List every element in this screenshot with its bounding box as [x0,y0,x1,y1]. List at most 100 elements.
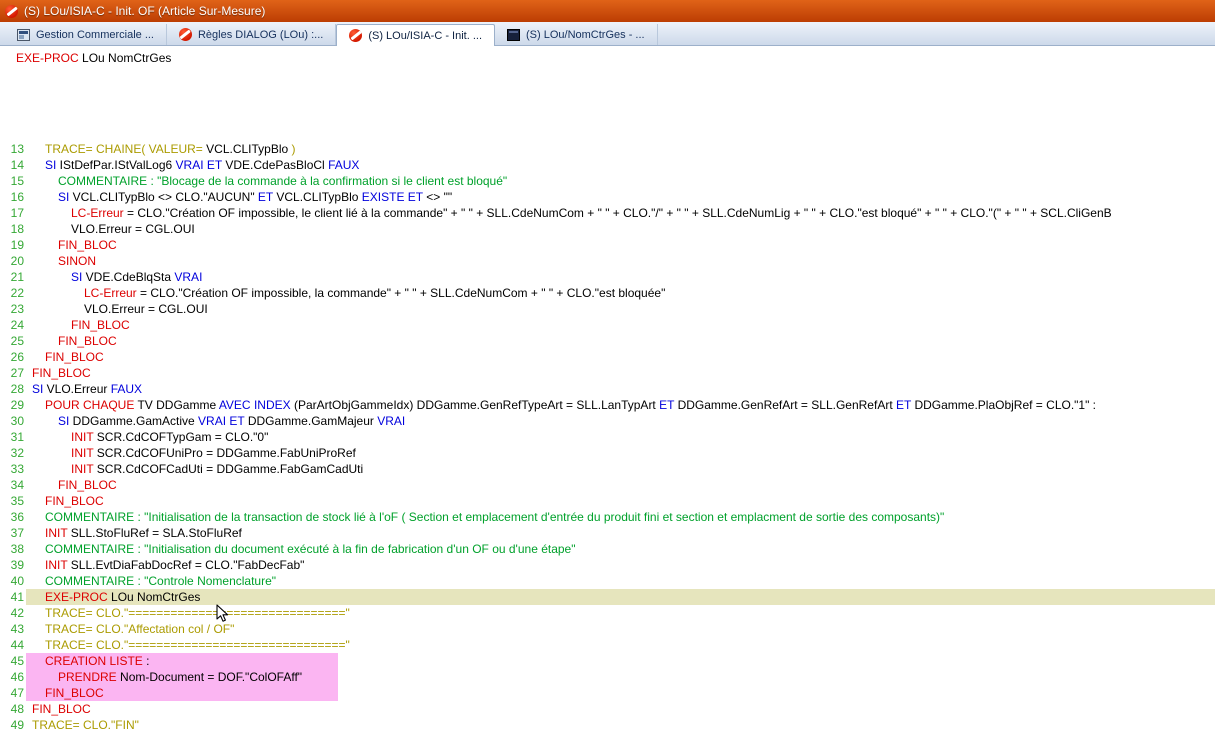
line-number[interactable]: 40 [0,573,26,589]
line-number[interactable]: 38 [0,541,26,557]
code-line[interactable]: 43TRACE= CLO."Affectation col / OF" [0,621,1215,637]
line-number[interactable]: 17 [0,205,26,221]
line-number[interactable]: 27 [0,365,26,381]
line-number[interactable]: 26 [0,349,26,365]
code-token: DDGamme.GamActive [73,414,198,428]
code-line[interactable]: 14SI IStDefPar.IStValLog6 VRAI ET VDE.Cd… [0,157,1215,173]
code-line[interactable]: 31INIT SCR.CdCOFTypGam = CLO."0" [0,429,1215,445]
code-line[interactable]: 40COMMENTAIRE : "Controle Nomenclature" [0,573,1215,589]
code-line[interactable]: 26 FIN_BLOC [0,349,1215,365]
line-number[interactable]: 30 [0,413,26,429]
line-number[interactable]: 31 [0,429,26,445]
line-number[interactable]: 23 [0,301,26,317]
line-number[interactable]: 18 [0,221,26,237]
code-line[interactable]: 16SI VCL.CLITypBlo <> CLO."AUCUN" ET VCL… [0,189,1215,205]
code-line[interactable]: 39INIT SLL.EvtDiaFabDocRef = CLO."FabDec… [0,557,1215,573]
line-number[interactable]: 24 [0,317,26,333]
line-number[interactable]: 20 [0,253,26,269]
window-title-bar[interactable]: (S) LOu/ISIA-C - Init. OF (Article Sur-M… [0,0,1215,22]
code-line[interactable]: 19FIN_BLOC [0,237,1215,253]
code-line[interactable]: 48FIN_BLOC [0,701,1215,717]
line-number[interactable]: 16 [0,189,26,205]
line-number[interactable]: 42 [0,605,26,621]
code-line[interactable]: 17LC-Erreur = CLO."Création OF impossibl… [0,205,1215,221]
code-line[interactable]: 38 COMMENTAIRE : "Initialisation du docum… [0,541,1215,557]
code-token: TRACE= CLO."============================… [45,606,350,620]
code-line[interactable]: 21SI VDE.CdeBlqSta VRAI [0,269,1215,285]
code-token: COMMENTAIRE : "Initialisation du documen… [45,542,576,556]
code-line[interactable]: 42 TRACE= CLO."==========================… [0,605,1215,621]
code-token: FIN_BLOC [45,350,104,364]
line-number[interactable]: 43 [0,621,26,637]
line-number[interactable]: 32 [0,445,26,461]
code-token: IStDefPar.IStValLog6 [60,158,176,172]
code-token: EXISTE [362,190,405,204]
code-line[interactable]: 33INIT SCR.CdCOFCadUti = DDGamme.FabGamC… [0,461,1215,477]
line-number[interactable]: 13 [0,141,26,157]
code-line[interactable]: 35FIN_BLOC [0,493,1215,509]
tab-gestion-commerciale[interactable]: Gestion Commerciale ... [5,24,167,45]
code-line[interactable]: 20SINON [0,253,1215,269]
code-token: TRACE= CHAINE( VALEUR= [45,142,206,156]
code-line[interactable]: 25FIN_BLOC [0,333,1215,349]
line-number[interactable]: 28 [0,381,26,397]
code-line[interactable]: 30SI DDGamme.GamActive VRAI ET DDGamme.G… [0,413,1215,429]
code-line[interactable]: 45 CREATION LISTE : [0,653,1215,669]
code-line[interactable]: 13TRACE= CHAINE( VALEUR= VCL.CLITypBlo ) [0,141,1215,157]
code-token: CREATION LISTE [45,654,143,668]
line-number[interactable]: 37 [0,525,26,541]
line-number[interactable]: 22 [0,285,26,301]
code-line[interactable]: 37INIT SLL.StoFluRef = SLA.StoFluRef [0,525,1215,541]
code-line[interactable]: 46PRENDRE Nom-Document = DOF."ColOFAff" [0,669,1215,685]
code-line[interactable]: 49TRACE= CLO."FIN" [0,717,1215,732]
code-token: INDEX [254,398,291,412]
line-number[interactable]: 48 [0,701,26,717]
line-number[interactable]: 21 [0,269,26,285]
code-line[interactable]: 34FIN_BLOC [0,477,1215,493]
tab-regles-dialog[interactable]: Règles DIALOG (LOu) :... [167,24,336,45]
line-number[interactable]: 39 [0,557,26,573]
code-line[interactable]: 18VLO.Erreur = CGL.OUI [0,221,1215,237]
procedure-keyword: EXE-PROC [16,51,79,65]
code-token: VLO.Erreur [47,382,111,396]
code-line[interactable]: 28SI VLO.Erreur FAUX [0,381,1215,397]
line-number[interactable]: 33 [0,461,26,477]
code-line[interactable]: 15COMMENTAIRE : "Blocage de la commande … [0,173,1215,189]
code-line[interactable]: 24FIN_BLOC [0,317,1215,333]
line-number[interactable]: 25 [0,333,26,349]
code-line[interactable]: 23VLO.Erreur = CGL.OUI [0,301,1215,317]
code-line[interactable]: 47FIN_BLOC [0,685,1215,701]
line-number[interactable]: 36 [0,509,26,525]
dialog-red-icon [349,29,362,42]
code-token: <> "" [423,190,452,204]
tab-lou-isia-c-active[interactable]: (S) LOu/ISIA-C - Init. ... [336,24,495,46]
line-number[interactable]: 44 [0,637,26,653]
code-token: INIT [45,526,67,540]
code-token: VCL.CLITypBlo <> CLO."AUCUN" [73,190,258,204]
code-token: FAUX [111,382,142,396]
tab-lou-nomctrges[interactable]: (S) LOu/NomCtrGes - ... [495,24,658,45]
code-token: FAUX [328,158,359,172]
code-token: SCR.CdCOFUniPro = DDGamme.FabUniProRef [93,446,355,460]
line-number[interactable]: 29 [0,397,26,413]
code-token: VCL.CLITypBlo [273,190,362,204]
line-number[interactable]: 41 [0,589,26,605]
line-number[interactable]: 49 [0,717,26,732]
code-line[interactable]: 29POUR CHAQUE TV DDGamme AVEC INDEX (Par… [0,397,1215,413]
line-number[interactable]: 19 [0,237,26,253]
line-number[interactable]: 15 [0,173,26,189]
line-number[interactable]: 45 [0,653,26,669]
line-number[interactable]: 35 [0,493,26,509]
line-number[interactable]: 14 [0,157,26,173]
code-line[interactable]: 32INIT SCR.CdCOFUniPro = DDGamme.FabUniP… [0,445,1215,461]
line-number[interactable]: 46 [0,669,26,685]
code-line[interactable]: 27FIN_BLOC [0,365,1215,381]
code-line[interactable]: 36COMMENTAIRE : "Initialisation de la tr… [0,509,1215,525]
line-number[interactable]: 34 [0,477,26,493]
line-number[interactable]: 47 [0,685,26,701]
code-line[interactable]: 44TRACE= CLO."==========================… [0,637,1215,653]
code-token: : [143,654,150,668]
code-line[interactable]: 22LC-Erreur = CLO."Création OF impossibl… [0,285,1215,301]
code-token: AVEC [219,398,251,412]
code-line[interactable]: 41EXE-PROC LOu NomCtrGes [0,589,1215,605]
